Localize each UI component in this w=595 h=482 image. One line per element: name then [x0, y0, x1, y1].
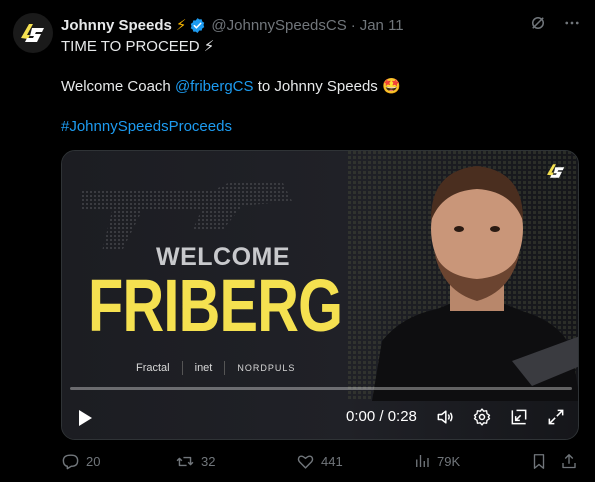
tweet-text-line-1: TIME TO PROCEED ⚡ [61, 38, 215, 55]
tweet-text-line-2: Welcome Coach @fribergCS to Johnny Speed… [61, 77, 401, 97]
nordpuls-logo: NORDPULS [237, 363, 296, 373]
sponsor-logos: Fractal inet NORDPULS [136, 361, 295, 375]
mention-link[interactable]: @fribergCS [175, 78, 254, 95]
fullscreen-icon[interactable] [546, 407, 566, 432]
volume-icon[interactable] [435, 407, 455, 432]
bookmark-button[interactable] [530, 452, 548, 471]
views-count: 79K [437, 453, 461, 469]
repost-icon [176, 456, 194, 467]
like-count: 441 [321, 454, 343, 469]
johnny-speeds-logo-icon [21, 24, 44, 42]
share-button[interactable] [560, 452, 578, 471]
more-options-icon[interactable] [563, 14, 581, 37]
author-name[interactable]: Johnny Speeds [61, 17, 172, 34]
tweet-header: Johnny Speeds ⚡ @JohnnySpeedsCS · Jan 11 [61, 15, 404, 35]
reply-button[interactable]: 20 [61, 452, 100, 471]
video-player[interactable]: WELCOME FRIBERG Fractal inet NORDPULS 0:… [61, 150, 579, 440]
video-time: 0:00 / 0:28 [346, 408, 417, 425]
avatar[interactable] [13, 13, 53, 53]
sponsor-divider [224, 361, 226, 375]
play-icon[interactable] [77, 409, 93, 432]
heart-icon [297, 455, 314, 469]
separator-dot: · [350, 16, 356, 34]
tweet-actions: 20 32 441 79K [61, 452, 579, 474]
settings-gear-icon[interactable] [472, 407, 492, 432]
views-chart-icon [416, 455, 429, 467]
text-prefix: Welcome Coach [61, 78, 175, 95]
video-control-icons [435, 407, 566, 432]
author-handle[interactable]: @JohnnySpeedsCS [211, 17, 346, 34]
fractal-logo: Fractal [136, 362, 170, 374]
corner-logo [544, 161, 568, 186]
text-suffix: to Johnny Speeds 🤩 [253, 78, 401, 95]
share-icon [562, 454, 576, 469]
inet-logo: inet [194, 362, 213, 374]
coach-portrait [372, 166, 578, 401]
repost-button[interactable]: 32 [175, 452, 215, 471]
video-progress-bar[interactable] [70, 387, 572, 390]
video-controls: 0:00 / 0:28 [62, 401, 578, 435]
author-emoji: ⚡ [175, 17, 187, 34]
header-actions [529, 14, 581, 37]
repost-count: 32 [201, 454, 216, 469]
player-name-heading: FRIBERG [88, 264, 343, 347]
bookmark-icon [533, 454, 545, 469]
like-button[interactable]: 441 [296, 452, 343, 471]
reply-icon [62, 454, 79, 470]
views-button[interactable]: 79K [413, 452, 460, 470]
hashtag-link[interactable]: #JohnnySpeedsProceeds [61, 117, 232, 137]
sponsor-divider [181, 361, 183, 375]
verified-badge-icon [189, 17, 206, 34]
johnny-speeds-corner-icon [547, 164, 565, 178]
tweet-date[interactable]: Jan 11 [360, 17, 404, 34]
picture-in-picture-icon[interactable] [509, 407, 529, 432]
grok-icon[interactable] [529, 14, 547, 37]
reply-count: 20 [86, 454, 101, 469]
